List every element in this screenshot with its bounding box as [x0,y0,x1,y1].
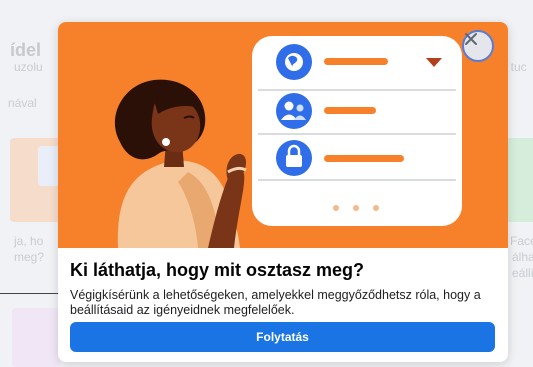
background-caption: Face [510,234,533,248]
background-caption: eállít [512,266,533,280]
close-icon [465,33,477,45]
globe-icon [276,44,312,80]
background-text-fragment: uzolu [14,60,43,74]
background-text-fragment: nával [8,96,37,110]
continue-button[interactable]: Folytatás [70,322,495,352]
woman-illustration [114,79,247,248]
privacy-illustration-art [114,36,462,248]
background-card-right [507,138,533,222]
background-title-fragment: ídel [10,40,42,60]
background-caption: ja, ho [14,234,44,248]
dialog-description: Végigkísérünk a lehetőségeken, amelyekke… [70,288,481,317]
friends-icon [276,93,312,129]
lock-icon [276,140,312,176]
privacy-checkup-dialog: Ki láthatja, hogy mit osztasz meg? Végig… [58,22,508,362]
close-button[interactable] [462,30,494,62]
privacy-illustration [58,22,508,248]
background-card-left [10,138,62,222]
background-caption: meg? [14,250,45,264]
dialog-title: Ki láthatja, hogy mit osztasz meg? [70,260,365,280]
background-card-bottom [12,308,60,367]
background-caption: álha [512,250,533,264]
